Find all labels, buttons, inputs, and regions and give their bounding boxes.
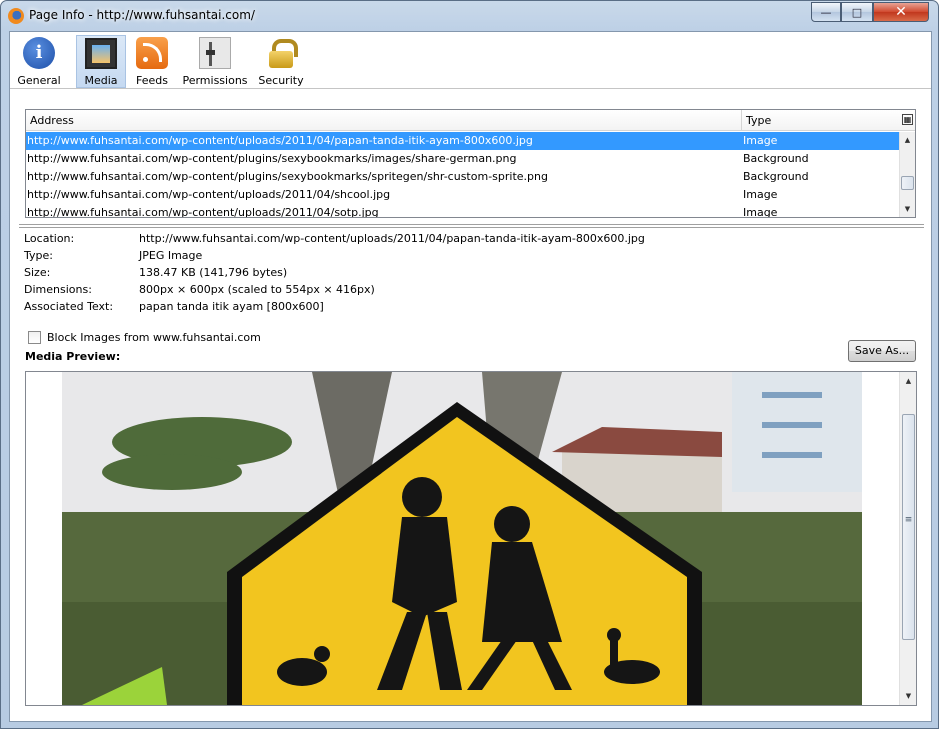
lock-icon <box>265 37 298 69</box>
row-type: Background <box>743 152 809 165</box>
dialog-content: i General Media Feeds Permissions Securi… <box>9 31 932 722</box>
list-scrollbar[interactable]: ▲ ▼ <box>899 132 915 217</box>
row-address: http://www.fuhsantai.com/wp-content/uplo… <box>27 188 391 201</box>
list-header: Address Type ▦ <box>26 110 915 131</box>
block-images-label: Block Images from www.fuhsantai.com <box>47 331 261 344</box>
detail-value: 800px × 600px (scaled to 554px × 416px) <box>139 283 375 296</box>
scroll-up-icon[interactable]: ▲ <box>900 132 915 148</box>
tab-security[interactable]: Security <box>256 35 306 88</box>
list-row[interactable]: http://www.fuhsantai.com/wp-content/plug… <box>26 168 899 186</box>
column-header-address[interactable]: Address <box>26 110 742 131</box>
media-preview-label: Media Preview: <box>25 350 121 363</box>
detail-value: JPEG Image <box>139 249 203 262</box>
column-header-type[interactable]: Type <box>742 110 900 131</box>
tab-general[interactable]: i General <box>16 35 62 88</box>
tab-label: Media <box>84 74 118 87</box>
preview-scrollbar[interactable]: ▲ ≡ ▼ <box>899 372 916 705</box>
preview-image <box>62 372 862 705</box>
list-row[interactable]: http://www.fuhsantai.com/wp-content/uplo… <box>26 204 899 218</box>
window-title: Page Info - http://www.fuhsantai.com/ <box>29 8 255 22</box>
tab-feeds[interactable]: Feeds <box>130 35 174 88</box>
scroll-down-icon[interactable]: ▼ <box>900 201 915 217</box>
detail-value: http://www.fuhsantai.com/wp-content/uplo… <box>139 232 645 245</box>
media-preview[interactable]: ▲ ≡ ▼ <box>25 371 917 706</box>
save-as-button[interactable]: Save As... <box>848 340 916 362</box>
column-picker-icon[interactable]: ▦ <box>902 114 913 125</box>
page-info-window: Page Info - http://www.fuhsantai.com/ — … <box>0 0 939 729</box>
firefox-icon <box>8 8 24 24</box>
minimize-icon: — <box>820 5 832 19</box>
close-icon: ✕ <box>895 4 907 20</box>
maximize-button[interactable]: □ <box>841 2 873 22</box>
media-icon <box>85 38 117 69</box>
scroll-thumb[interactable] <box>901 176 914 190</box>
detail-label: Size: <box>24 266 51 279</box>
splitter[interactable] <box>19 224 924 228</box>
row-address: http://www.fuhsantai.com/wp-content/uplo… <box>27 206 379 218</box>
row-type: Image <box>743 188 778 201</box>
media-list[interactable]: Address Type ▦ http://www.fuhsantai.com/… <box>25 109 916 218</box>
permissions-icon <box>199 37 231 69</box>
scroll-down-icon[interactable]: ▼ <box>901 688 916 704</box>
maximize-icon: □ <box>851 5 863 19</box>
rss-icon <box>136 37 168 69</box>
scroll-up-icon[interactable]: ▲ <box>901 373 916 389</box>
title-bar[interactable]: Page Info - http://www.fuhsantai.com/ — … <box>1 1 938 31</box>
tab-label: Feeds <box>136 74 168 87</box>
row-address: http://www.fuhsantai.com/wp-content/plug… <box>27 152 517 165</box>
row-address: http://www.fuhsantai.com/wp-content/plug… <box>27 170 548 183</box>
minimize-button[interactable]: — <box>811 2 841 22</box>
tab-media[interactable]: Media <box>76 35 126 88</box>
detail-label: Location: <box>24 232 75 245</box>
detail-label: Type: <box>24 249 53 262</box>
list-row[interactable]: http://www.fuhsantai.com/wp-content/uplo… <box>26 132 899 150</box>
block-images-option[interactable]: Block Images from www.fuhsantai.com <box>28 331 261 344</box>
toolbar: i General Media Feeds Permissions Securi… <box>10 32 931 89</box>
row-type: Image <box>743 134 778 147</box>
list-row[interactable]: http://www.fuhsantai.com/wp-content/uplo… <box>26 186 899 204</box>
list-rows: http://www.fuhsantai.com/wp-content/uplo… <box>26 132 899 218</box>
tab-permissions[interactable]: Permissions <box>182 35 248 88</box>
detail-label: Associated Text: <box>24 300 114 313</box>
grip-icon: ≡ <box>904 515 913 525</box>
row-address: http://www.fuhsantai.com/wp-content/uplo… <box>27 134 533 147</box>
block-images-checkbox[interactable] <box>28 331 41 344</box>
info-icon: i <box>23 37 55 69</box>
close-button[interactable]: ✕ <box>873 2 929 22</box>
detail-label: Dimensions: <box>24 283 92 296</box>
row-type: Background <box>743 170 809 183</box>
list-row[interactable]: http://www.fuhsantai.com/wp-content/plug… <box>26 150 899 168</box>
detail-value: 138.47 KB (141,796 bytes) <box>139 266 288 279</box>
detail-value: papan tanda itik ayam [800x600] <box>139 300 324 313</box>
tab-label: General <box>17 74 61 87</box>
scroll-thumb[interactable]: ≡ <box>902 414 915 640</box>
tab-label: Permissions <box>182 74 248 87</box>
row-type: Image <box>743 206 778 218</box>
tab-label: Security <box>258 74 304 87</box>
